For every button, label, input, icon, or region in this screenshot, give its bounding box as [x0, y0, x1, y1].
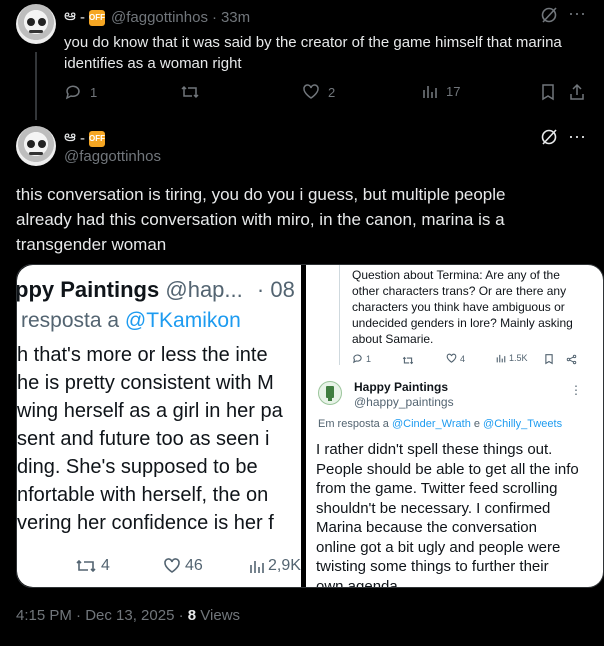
views-button[interactable]: 17: [422, 83, 460, 99]
tweet-text-line: already had this conversation with miro,…: [16, 210, 505, 229]
views-icon: [496, 354, 506, 363]
avatar-mouth: [29, 152, 43, 155]
post-line: People should be able to get all the inf…: [316, 460, 579, 478]
post-line: Marina because the conversation: [316, 519, 537, 536]
reply-button[interactable]: 1: [64, 83, 97, 101]
avatar[interactable]: [16, 126, 56, 166]
like-count: 46: [185, 557, 203, 574]
media-image-left[interactable]: ppy Paintings @hap... · 08 a resposta a …: [17, 265, 301, 587]
question-line: characters you think have ambiguous or: [352, 300, 565, 314]
tweet-text-line: this conversation is tiring, you do you …: [16, 185, 506, 204]
retweet-icon: [76, 559, 96, 573]
reply-and: e: [470, 418, 484, 430]
author-handle: @hap...: [165, 277, 243, 302]
tweet-time[interactable]: 33m: [221, 9, 250, 26]
post-line: shouldn't be necessary. I confirmed: [316, 499, 551, 517]
display-name-dash: -: [79, 9, 85, 26]
off-badge-icon: OFF: [88, 130, 105, 147]
user-handle[interactable]: @faggottinhos: [64, 148, 161, 165]
tweet-text-line: you do know that it was said by the crea…: [64, 34, 562, 51]
tweet-text-line: transgender woman: [16, 235, 167, 254]
post-line: twisting some things to further their: [316, 558, 549, 575]
question-line: Question about Termina: Are any of the: [352, 268, 560, 282]
retweet-icon: [181, 85, 199, 99]
question-line: undecided genders in lore? Mainly asking: [352, 316, 573, 330]
post-date: · 08 a: [256, 277, 301, 302]
reply-count: 1: [90, 84, 98, 100]
reply-target: @Cinder_Wrath: [391, 418, 471, 430]
post-line: online got a bit ugly and people were: [316, 538, 561, 556]
reply-count: 1: [366, 353, 372, 364]
retweet-icon: [402, 356, 414, 365]
more-icon[interactable]: ···: [568, 3, 586, 24]
views-count: 17: [446, 83, 461, 99]
bookmark-icon[interactable]: [540, 83, 556, 106]
user-handle[interactable]: @faggottinhos: [111, 9, 208, 26]
views-label: Views: [200, 607, 241, 624]
views-icon: [423, 86, 437, 98]
like-count: 4: [460, 353, 466, 364]
author-name: ppy Paintings: [17, 277, 160, 302]
post-line: ding. She's supposed to be: [17, 456, 258, 478]
tweet-metadata: 4:15 PM · Dec 13, 2025 · 8 Views: [16, 607, 240, 624]
reply-icon: [353, 354, 362, 364]
like-count: 2: [328, 84, 336, 100]
post-line: nfortable with herself, the on: [17, 484, 269, 506]
views-icon: [250, 561, 264, 573]
views-count: 1.5K: [509, 353, 528, 363]
display-name[interactable]: ఆ - OFF: [64, 128, 105, 149]
grok-icon[interactable]: [540, 128, 558, 151]
heart-icon: [164, 558, 180, 573]
post-line: h that's more or less the inte: [17, 344, 268, 366]
more-icon[interactable]: ···: [568, 126, 586, 147]
question-line: other characters trans? Or are there any: [352, 284, 567, 298]
thread-connector: [308, 265, 340, 365]
like-button[interactable]: 2: [302, 83, 335, 101]
tweet-timestamp[interactable]: 4:15 PM · Dec 13, 2025 ·: [16, 607, 188, 624]
grok-icon[interactable]: [540, 6, 558, 29]
display-name-emoji: ఆ: [64, 7, 76, 24]
author-handle: @happy_paintings: [354, 395, 454, 409]
post-line: vering her confidence is her f: [17, 512, 274, 534]
thread-line: [35, 52, 37, 120]
display-name-dash: -: [79, 130, 85, 147]
retweet-button[interactable]: [180, 83, 200, 101]
share-icon[interactable]: [568, 83, 586, 106]
reply-target: @TKamikon: [124, 309, 241, 332]
off-badge-icon: OFF: [88, 9, 105, 26]
post-line: wing herself as a girl in her pa: [17, 400, 283, 422]
tweet-text-line: identifies as a woman right: [64, 55, 242, 72]
retweet-count: 4: [101, 557, 110, 574]
post-line: sent and future too as seen i: [17, 428, 270, 450]
heart-icon: [446, 353, 457, 363]
display-name-emoji: ఆ: [64, 128, 76, 145]
avatar-eye: [38, 18, 46, 26]
reply-prefix: resposta a: [21, 309, 125, 332]
avatar[interactable]: [16, 4, 56, 44]
reply-prefix: Em resposta a: [318, 418, 392, 430]
reply-icon: [65, 85, 80, 100]
bookmark-icon: [545, 354, 553, 365]
views-count: 8: [187, 607, 197, 624]
reply-target: @Chilly_Tweets: [483, 418, 563, 430]
question-line: about Samarie.: [352, 332, 434, 346]
post-line: from the game. Twitter feed scrolling: [316, 480, 558, 497]
author-avatar[interactable]: [318, 381, 342, 405]
dot-separator: ·: [211, 9, 217, 26]
author-name: Happy Paintings: [354, 380, 449, 394]
tweet-header: ఆ - OFF @faggottinhos · 33m: [64, 7, 250, 28]
share-icon: [566, 354, 577, 365]
post-line: own agenda: [316, 577, 398, 588]
more-icon[interactable]: ⋮: [570, 383, 582, 397]
media-image-right[interactable]: Question about Termina: Are any of the o…: [306, 265, 603, 588]
views-count: 2,9K: [268, 557, 301, 574]
avatar-mouth: [29, 30, 43, 33]
avatar-eye: [38, 140, 46, 148]
avatar-eye: [27, 140, 35, 148]
post-line: I rather didn't spell these things out.: [316, 441, 553, 458]
tweet-media[interactable]: ppy Paintings @hap... · 08 a resposta a …: [16, 264, 604, 588]
heart-icon: [303, 84, 319, 99]
post-line: he is pretty consistent with M: [17, 372, 274, 394]
avatar-eye: [27, 18, 35, 26]
